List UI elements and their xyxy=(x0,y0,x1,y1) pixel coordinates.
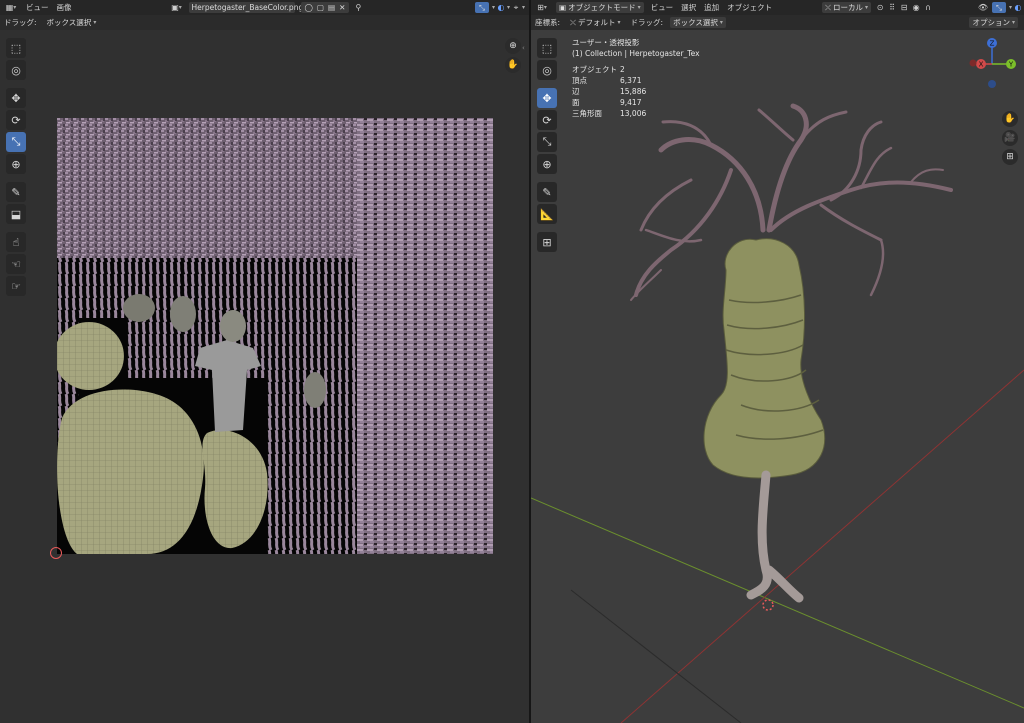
gizmo-z-label: Z xyxy=(990,40,995,48)
uv-editor-pane: ▦ ▾ ビュー 画像 ▣ ▾ Herpetogaster_BaseColor.png… xyxy=(0,0,529,723)
rotate-tool[interactable]: ⟳ xyxy=(537,110,557,130)
navigation-gizmo[interactable]: Z Y X xyxy=(967,36,1019,92)
visibility-icon[interactable]: 👁 xyxy=(977,2,989,13)
orientation-value: デフォルト xyxy=(578,18,616,27)
view-name: ユーザー・透視投影 xyxy=(572,38,640,47)
snap-target-icon[interactable]: ⊟ xyxy=(898,2,910,13)
pinch-tool[interactable]: ☞ xyxy=(6,276,26,296)
uv-editor-tool-header: ドラッグ: ボックス選択 ▾ xyxy=(0,15,529,30)
rotate-tool[interactable]: ⟳ xyxy=(6,110,26,130)
viewport-info-overlay: ユーザー・透視投影 (1) Collection | Herpetogaster… xyxy=(572,37,700,119)
add-cube-tool[interactable]: ⊞ xyxy=(537,232,557,252)
uv-editor-header: ▦ ▾ ビュー 画像 ▣ ▾ Herpetogaster_BaseColor.png… xyxy=(0,0,529,15)
drag-mode-value: ボックス選択 xyxy=(46,18,92,27)
select-box-tool[interactable]: ⬚ xyxy=(6,38,26,58)
drag-mode-dropdown[interactable]: ボックス選択 ▾ xyxy=(44,17,100,28)
orientation-icon: ⤬ xyxy=(825,2,832,12)
transform-tool[interactable]: ⊕ xyxy=(6,154,26,174)
pivot-icon[interactable]: ⊙ xyxy=(874,2,886,13)
pan-hand-icon[interactable]: ✋ xyxy=(1002,111,1018,127)
view-menu[interactable]: ビュー xyxy=(26,2,49,13)
drag-label: ドラッグ: xyxy=(630,18,664,27)
options-label: オプション xyxy=(972,18,1010,27)
transform-tool[interactable]: ⊕ xyxy=(537,154,557,174)
cursor-tool[interactable]: ◎ xyxy=(6,60,26,80)
orientation-label: 座標系: xyxy=(535,18,561,27)
mode-icon: ▣ xyxy=(559,3,567,12)
mode-value: オブジェクトモード xyxy=(568,3,636,12)
perspective-toggle-icon[interactable]: ⊞ xyxy=(1002,149,1018,165)
display-channels-icon[interactable]: ◐ xyxy=(495,2,507,13)
drag-mode-dropdown[interactable]: ボックス選択 ▾ xyxy=(670,17,726,28)
overlays-icon[interactable]: ◐ xyxy=(1012,2,1024,13)
close-icon[interactable]: ✕ xyxy=(339,3,345,12)
select-menu[interactable]: 選択 xyxy=(681,2,696,13)
rip-tool[interactable]: ⬓ xyxy=(6,204,26,224)
uv-sync-icon[interactable]: ⤡ xyxy=(474,2,489,13)
gizmo-toggle-icon[interactable]: ⌖ xyxy=(510,2,522,13)
texture-preview-svg xyxy=(57,118,493,554)
orientation-gizmo-icon: ⤬ xyxy=(570,17,577,27)
creature-body xyxy=(703,238,826,603)
3d-cursor-icon xyxy=(762,599,774,611)
viewport-toolbar: ⬚ ◎ ✥ ⟳ ⤡ ⊕ ✎ 📐 ⊞ xyxy=(537,38,557,252)
add-menu[interactable]: 追加 xyxy=(704,2,719,13)
gizmo-toggle-icon[interactable]: ⤡ xyxy=(992,2,1006,13)
select-box-tool[interactable]: ⬚ xyxy=(537,38,557,58)
scale-tool[interactable]: ⤡ xyxy=(537,132,557,152)
stat-row: 三角形面 13,006 xyxy=(572,109,647,118)
mode-dropdown[interactable]: ▣ オブジェクトモード ▾ xyxy=(556,2,644,13)
image-menu[interactable]: 画像 xyxy=(57,2,72,13)
snap-icon[interactable]: ⠿ xyxy=(886,2,898,13)
stat-row: 面 9,417 xyxy=(572,98,642,107)
pin-icon[interactable]: ⚲ xyxy=(352,2,364,13)
image-browse-icon[interactable]: ▣ ▾ xyxy=(168,2,186,13)
viewport-header: ⊞ ▾ ▣ オブジェクトモード ▾ ビュー 選択 追加 オブジェクト ⤬ ローカル ▾… xyxy=(531,0,1024,15)
open-image-icon[interactable]: ▤ xyxy=(328,3,335,12)
gizmo-x-label: X xyxy=(979,61,984,69)
proportional-edit-icon[interactable]: ◉ xyxy=(910,2,922,13)
view-menu[interactable]: ビュー xyxy=(651,2,674,13)
move-tool[interactable]: ✥ xyxy=(537,88,557,108)
fake-user-icon[interactable]: ◯ xyxy=(305,3,313,12)
2d-cursor-icon xyxy=(50,547,62,559)
uv-texture-image[interactable] xyxy=(57,118,493,554)
editor-type-icon[interactable]: ⊞ ▾ xyxy=(531,2,553,13)
image-name-field[interactable]: Herpetogaster_BaseColor.png xyxy=(188,2,303,13)
move-tool[interactable]: ✥ xyxy=(6,88,26,108)
zoom-icon[interactable]: ⊕ xyxy=(505,38,521,54)
gizmo-y-label: Y xyxy=(1008,61,1014,69)
3d-viewport-pane: ⊞ ▾ ▣ オブジェクトモード ▾ ビュー 選択 追加 オブジェクト ⤬ ローカル ▾… xyxy=(531,0,1024,723)
grab-tool[interactable]: ☝ xyxy=(6,232,26,252)
stat-row: 頂点 6,371 xyxy=(572,76,642,85)
uv-toolbar: ⬚ ◎ ✥ ⟳ ⤡ ⊕ ✎ ⬓ ☝ ☜ ☞ xyxy=(6,38,26,296)
measure-tool[interactable]: 📐 xyxy=(537,204,557,224)
transform-orientation-dropdown[interactable]: ⤬ ローカル ▾ xyxy=(822,2,872,13)
orientation-dropdown[interactable]: ⤬ デフォルト ▾ xyxy=(567,17,624,28)
new-image-icon[interactable]: ▢ xyxy=(317,3,324,12)
options-dropdown[interactable]: オプション ▾ xyxy=(969,17,1018,28)
editor-type-icon[interactable]: ▦ ▾ xyxy=(0,2,22,13)
object-menu[interactable]: オブジェクト xyxy=(727,2,772,13)
pan-hand-icon[interactable]: ✋ xyxy=(505,57,521,73)
relax-tool[interactable]: ☜ xyxy=(6,254,26,274)
sidebar-toggle-icon[interactable]: ‹ xyxy=(522,44,525,52)
y-axis-line xyxy=(531,497,1024,709)
camera-view-icon[interactable]: 🎥 xyxy=(1002,130,1018,146)
viewport-scene-svg xyxy=(531,103,1024,723)
drag-label: ドラッグ: xyxy=(4,18,37,27)
stat-row: 辺 15,886 xyxy=(572,87,647,96)
cursor-tool[interactable]: ◎ xyxy=(537,60,557,80)
annotate-tool[interactable]: ✎ xyxy=(537,182,557,202)
orientation-value: ローカル xyxy=(833,3,864,12)
image-datablock-buttons: ◯ ▢ ▤ ✕ xyxy=(300,2,350,13)
drag-mode-value: ボックス選択 xyxy=(673,18,718,27)
annotate-tool[interactable]: ✎ xyxy=(6,182,26,202)
falloff-icon[interactable]: ∩ xyxy=(922,2,934,13)
stat-row: オブジェクト 2 xyxy=(572,65,625,74)
viewport-tool-header: 座標系: ⤬ デフォルト ▾ ドラッグ: ボックス選択 ▾ オプション ▾ xyxy=(531,15,1024,30)
scale-tool[interactable]: ⤡ xyxy=(6,132,26,152)
collection-line: (1) Collection | Herpetogaster_Tex xyxy=(572,49,700,58)
